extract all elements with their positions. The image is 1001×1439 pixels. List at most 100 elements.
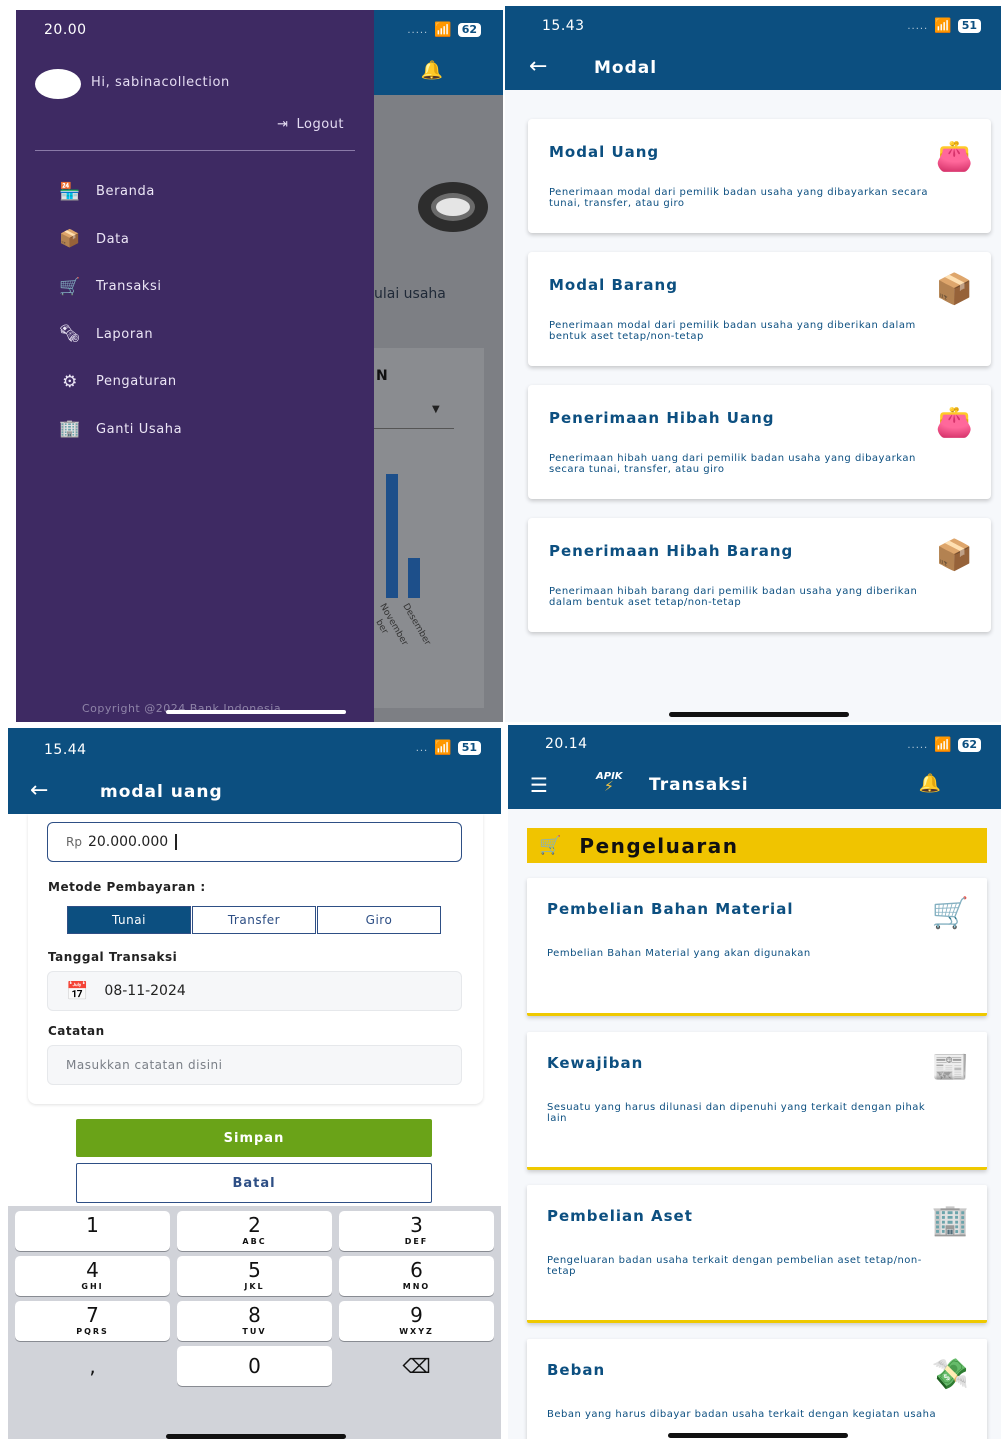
report-icon: 🗞	[58, 324, 82, 345]
key-2[interactable]: 2 ABC	[177, 1211, 332, 1251]
greeting-text: Hi, sabinacollection	[91, 75, 230, 90]
logout-button[interactable]: ⇥ Logout	[277, 117, 344, 132]
date-label: Tanggal Transaksi	[48, 950, 178, 964]
boxes-icon: 📦	[935, 538, 973, 573]
payment-option-tunai[interactable]: Tunai	[67, 906, 191, 934]
transaksi-screen: 20.14 ..... 📶 62 ☰ APIK ⚡ Transaksi 🔔 🛒 P…	[508, 725, 1001, 1439]
card-kewajiban[interactable]: Kewajiban Sesuatu yang harus dilunasi da…	[527, 1032, 987, 1170]
card-description: Sesuatu yang harus dilunasi dan dipenuhi…	[547, 1102, 926, 1124]
dropdown-arrow-icon: ▼	[432, 404, 440, 415]
note-label: Catatan	[48, 1024, 105, 1038]
amount-input[interactable]: Rp 20.000.000	[47, 822, 462, 862]
chart-bar-november	[386, 474, 398, 598]
home-indicator	[166, 1434, 346, 1439]
card-title: Pembelian Aset	[547, 1207, 693, 1225]
page-title: Modal	[594, 58, 658, 78]
lightning-icon: ⚡	[604, 779, 614, 795]
key-8[interactable]: 8 TUV	[177, 1301, 332, 1341]
card-modal-uang[interactable]: Modal Uang Penerimaan modal dari pemilik…	[528, 119, 991, 233]
chart-bar-desember	[408, 558, 420, 598]
card-penerimaan-hibah-barang[interactable]: Penerimaan Hibah Barang Penerimaan hibah…	[528, 518, 991, 632]
card-pembelian-bahan-material[interactable]: Pembelian Bahan Material Pembelian Bahan…	[527, 878, 987, 1016]
payment-option-transfer[interactable]: Transfer	[192, 906, 316, 934]
battery-indicator: 62	[457, 23, 481, 37]
key-4[interactable]: 4 GHI	[15, 1256, 170, 1296]
gears-icon: ⚙	[62, 371, 78, 392]
key-3[interactable]: 3 DEF	[339, 1211, 494, 1251]
logout-label: Logout	[296, 117, 344, 132]
card-description: Penerimaan hibah barang dari pemilik bad…	[549, 586, 918, 608]
card-modal-barang[interactable]: Modal Barang Penerimaan modal dari pemil…	[528, 252, 991, 366]
hamburger-menu-icon[interactable]: ☰	[530, 773, 548, 797]
cancel-button[interactable]: Batal	[76, 1163, 432, 1203]
save-button[interactable]: Simpan	[76, 1119, 432, 1157]
payment-method-segmented: Tunai Transfer Giro	[67, 906, 441, 934]
wallet-icon: 👛	[935, 405, 973, 440]
card-title: Modal Barang	[549, 276, 678, 294]
card-title: Penerimaan Hibah Barang	[549, 542, 794, 560]
menu-item-laporan[interactable]: 🗞 Laporan	[56, 311, 182, 359]
amount-value: 20.000.000	[87, 834, 169, 850]
card-description: Penerimaan modal dari pemilik badan usah…	[549, 320, 916, 342]
note-input[interactable]: Masukkan catatan disini	[47, 1045, 462, 1085]
key-0[interactable]: 0	[177, 1346, 332, 1386]
date-value: 08-11-2024	[104, 983, 186, 999]
card-title: Modal Uang	[549, 143, 660, 161]
menu-item-label: Laporan	[96, 326, 154, 342]
key-comma[interactable]: ,	[15, 1346, 170, 1386]
key-7[interactable]: 7 PQRS	[15, 1301, 170, 1341]
battery-indicator: 51	[957, 19, 981, 33]
avatar[interactable]	[35, 69, 81, 99]
back-arrow-icon[interactable]: ←	[529, 54, 547, 79]
key-9[interactable]: 9 WXYZ	[339, 1301, 494, 1341]
boxes-icon: 📦	[935, 272, 973, 307]
boxes-icon: 📦	[59, 229, 81, 250]
status-time: 15.44	[44, 742, 87, 758]
menu-item-label: Ganti Usaha	[96, 421, 183, 437]
back-arrow-icon[interactable]: ←	[30, 778, 48, 803]
date-field[interactable]: 📅 08-11-2024	[47, 971, 462, 1011]
card-penerimaan-hibah-uang[interactable]: Penerimaan Hibah Uang Penerimaan hibah u…	[528, 385, 991, 499]
wifi-icon: 📶	[434, 740, 452, 756]
key-6[interactable]: 6 MNO	[339, 1256, 494, 1296]
app-header: 15.43 ..... 📶 51 ← Modal	[505, 6, 1001, 90]
background-letter: N	[376, 368, 388, 384]
currency-prefix: Rp	[66, 835, 82, 849]
card-title: Beban	[547, 1361, 606, 1379]
home-indicator	[668, 1433, 848, 1438]
menu-item-beranda[interactable]: 🏪 Beranda	[56, 168, 182, 216]
status-icons: ..... 📶 62	[907, 737, 981, 753]
wallet-icon: 👛	[935, 139, 973, 174]
background-text: ulai usaha	[374, 286, 446, 302]
menu-item-data[interactable]: 📦 Data	[56, 216, 182, 264]
card-pembelian-aset[interactable]: Pembelian Aset Pengeluaran badan usaha t…	[527, 1185, 987, 1323]
logout-icon: ⇥	[277, 117, 289, 132]
card-beban[interactable]: Beban Beban yang harus dibayar badan usa…	[527, 1339, 987, 1439]
home-indicator	[669, 712, 849, 717]
menu-item-label: Pengaturan	[96, 374, 177, 390]
ledger-icon: 📰	[931, 1050, 969, 1085]
menu-item-transaksi[interactable]: 🛒 Transaksi	[56, 263, 182, 311]
key-1[interactable]: 1	[15, 1211, 170, 1251]
app-header: 20.14 ..... 📶 62 ☰ APIK ⚡ Transaksi 🔔	[508, 725, 1001, 809]
card-description: Penerimaan modal dari pemilik badan usah…	[549, 187, 929, 209]
calendar-icon: 📅	[66, 980, 89, 1002]
cart-icon: 🛒	[931, 896, 969, 931]
bell-icon[interactable]: 🔔	[421, 60, 443, 81]
wifi-icon: 📶	[934, 18, 952, 34]
battery-indicator: 62	[957, 738, 981, 752]
numeric-keypad: 1 2 ABC 3 DEF 4 GHI 5 JKL 6 MNO 7 PQRS 8 TUV 9W…	[8, 1206, 501, 1439]
backspace-icon[interactable]: ⌫	[339, 1346, 494, 1386]
money-icon: 💸	[931, 1357, 969, 1392]
card-title: Pembelian Bahan Material	[547, 900, 794, 918]
app-header: 15.44 ... 📶 51 ← modal uang	[8, 728, 501, 814]
card-description: Pembelian Bahan Material yang akan digun…	[547, 948, 811, 959]
battery-indicator: 51	[457, 741, 481, 755]
menu-item-pengaturan[interactable]: ⚙ Pengaturan	[56, 358, 182, 406]
payment-method-label: Metode Pembayaran :	[48, 880, 206, 894]
text-cursor	[175, 834, 178, 850]
key-5[interactable]: 5 JKL	[177, 1256, 332, 1296]
menu-item-ganti-usaha[interactable]: 🏢 Ganti Usaha	[56, 406, 182, 454]
bell-icon[interactable]: 🔔	[919, 773, 941, 794]
payment-option-giro[interactable]: Giro	[317, 906, 441, 934]
